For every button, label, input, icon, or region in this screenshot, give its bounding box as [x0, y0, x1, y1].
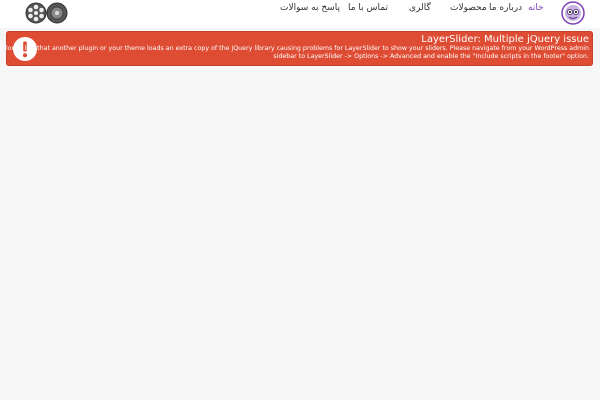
- character-face-logo[interactable]: [561, 1, 585, 25]
- nav-item-products[interactable]: محصولات: [450, 3, 487, 15]
- film-reels-icon[interactable]: [25, 2, 69, 24]
- nav-item-gallery[interactable]: گالری: [409, 3, 431, 15]
- alert-message-line-2: sidebar to LayerSlider -> Options -> Adv…: [273, 53, 589, 60]
- alert-message-line-1: It looks like that another plugin or you…: [0, 45, 589, 52]
- alert-message: It looks like that another plugin or you…: [0, 45, 589, 61]
- nav-item-about[interactable]: درباره ما: [489, 3, 522, 15]
- nav-item-faq[interactable]: پاسخ به سوالات: [280, 3, 340, 15]
- nav-item-home[interactable]: خانه: [528, 3, 544, 15]
- alert-title: LayerSlider: Multiple jQuery issue: [421, 34, 589, 45]
- top-navigation-bar: پاسخ به سوالات تماس با ما گالری محصولات …: [0, 0, 600, 28]
- page-content-area: [0, 70, 600, 400]
- nav-item-contact[interactable]: تماس با ما: [348, 3, 388, 15]
- layerslider-jquery-alert: LayerSlider: Multiple jQuery issue It lo…: [0, 31, 593, 66]
